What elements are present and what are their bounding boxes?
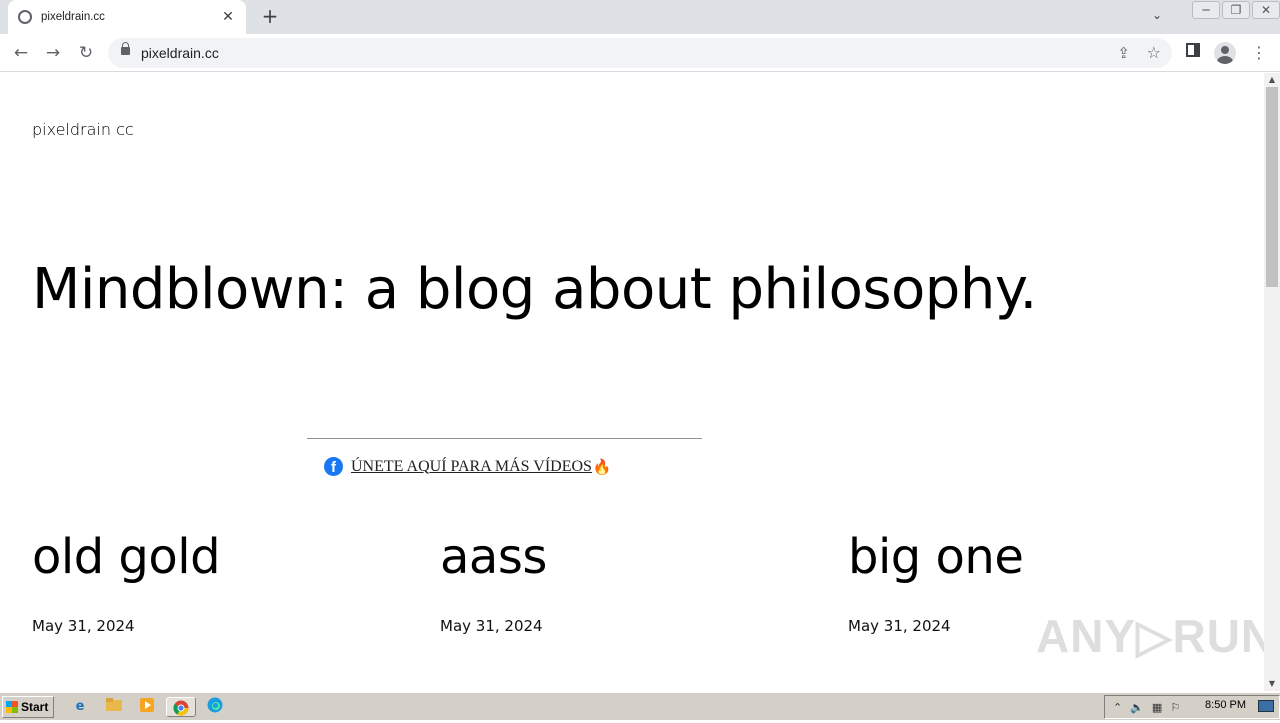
post-title[interactable]: big one xyxy=(848,529,1024,585)
post-date: May 31, 2024 xyxy=(440,617,543,635)
promo-link[interactable]: f ÚNETE AQUÍ PARA MÁS VÍDEOS 🔥 xyxy=(324,457,612,476)
taskbar: Start e ⌃ 🔈 ▦ ⚐ 8:50 PM xyxy=(0,692,1280,720)
action-center-flag-icon[interactable]: ⚐ xyxy=(1170,701,1180,714)
show-desktop-icon[interactable] xyxy=(1258,700,1274,712)
lock-icon[interactable] xyxy=(121,42,130,57)
vertical-scrollbar[interactable]: ▲ ▼ xyxy=(1264,73,1280,691)
post-item: old gold May 31, 2024 xyxy=(32,529,221,635)
scroll-down-arrow-icon[interactable]: ▼ xyxy=(1264,677,1280,691)
file-explorer-icon[interactable] xyxy=(104,697,124,717)
network-icon[interactable]: ▦ xyxy=(1152,701,1162,714)
fire-emoji-icon: 🔥 xyxy=(592,457,612,476)
profile-button[interactable] xyxy=(1214,42,1236,64)
post-title[interactable]: aass xyxy=(440,529,547,585)
start-label: Start xyxy=(21,700,49,714)
new-tab-button[interactable]: + xyxy=(260,4,280,28)
chrome-taskbar-button[interactable] xyxy=(166,697,196,717)
forward-button[interactable]: → xyxy=(42,42,64,64)
back-button[interactable]: ← xyxy=(10,42,32,64)
scroll-up-arrow-icon[interactable]: ▲ xyxy=(1264,73,1280,87)
edge-icon[interactable] xyxy=(205,697,225,717)
reload-button[interactable]: ↻ xyxy=(75,42,97,64)
url-text[interactable]: pixeldrain.cc xyxy=(141,45,219,61)
windows-logo-icon xyxy=(6,701,18,713)
system-tray: ⌃ 🔈 ▦ ⚐ xyxy=(1104,695,1280,719)
volume-icon[interactable]: 🔈 xyxy=(1130,701,1144,714)
globe-icon xyxy=(18,10,32,24)
kebab-menu-icon[interactable]: ⋮ xyxy=(1248,42,1270,64)
tab-pixeldrain[interactable]: pixeldrain.cc ✕ xyxy=(8,0,246,34)
avatar-icon xyxy=(1214,42,1236,64)
side-panel-icon[interactable] xyxy=(1182,42,1204,64)
bookmark-star-icon[interactable]: ☆ xyxy=(1147,43,1161,62)
internet-explorer-icon[interactable]: e xyxy=(70,697,90,717)
tab-search-chevron-icon[interactable]: ⌄ xyxy=(1152,8,1162,22)
facebook-icon: f xyxy=(324,457,343,476)
separator xyxy=(307,438,702,439)
post-title[interactable]: old gold xyxy=(32,529,221,585)
clock[interactable]: 8:50 PM xyxy=(1205,699,1246,711)
promo-link-text[interactable]: ÚNETE AQUÍ PARA MÁS VÍDEOS xyxy=(351,458,592,476)
restore-button[interactable]: ❐ xyxy=(1222,1,1250,19)
site-title[interactable]: pixeldrain cc xyxy=(32,120,134,139)
post-item: aass May 31, 2024 xyxy=(440,529,547,635)
start-button[interactable]: Start xyxy=(2,696,54,718)
minimize-button[interactable]: ─ xyxy=(1192,1,1220,19)
share-icon[interactable]: ⇪ xyxy=(1117,44,1130,62)
browser-toolbar: ← → ↻ pixeldrain.cc ⇪ ☆ ⋮ xyxy=(0,34,1280,72)
window-controls: ─ ❐ ✕ xyxy=(1190,0,1280,20)
address-bar[interactable]: pixeldrain.cc ⇪ ☆ xyxy=(108,38,1172,68)
tab-title: pixeldrain.cc xyxy=(41,11,105,23)
post-date: May 31, 2024 xyxy=(32,617,135,635)
post-date: May 31, 2024 xyxy=(848,617,951,635)
close-window-button[interactable]: ✕ xyxy=(1252,1,1280,19)
page-headline: Mindblown: a blog about philosophy. xyxy=(32,257,1037,322)
browser-tab-strip: pixeldrain.cc ✕ + ⌄ ─ ❐ ✕ xyxy=(0,0,1280,34)
scrollbar-thumb[interactable] xyxy=(1266,87,1278,287)
tray-expand-icon[interactable]: ⌃ xyxy=(1113,701,1122,714)
tab-close-icon[interactable]: ✕ xyxy=(220,9,236,25)
web-page: pixeldrain cc Mindblown: a blog about ph… xyxy=(0,73,1264,691)
anyrun-watermark: ANY▷RUN xyxy=(1036,610,1264,662)
media-player-icon[interactable] xyxy=(137,697,157,717)
post-item: big one May 31, 2024 xyxy=(848,529,1024,635)
